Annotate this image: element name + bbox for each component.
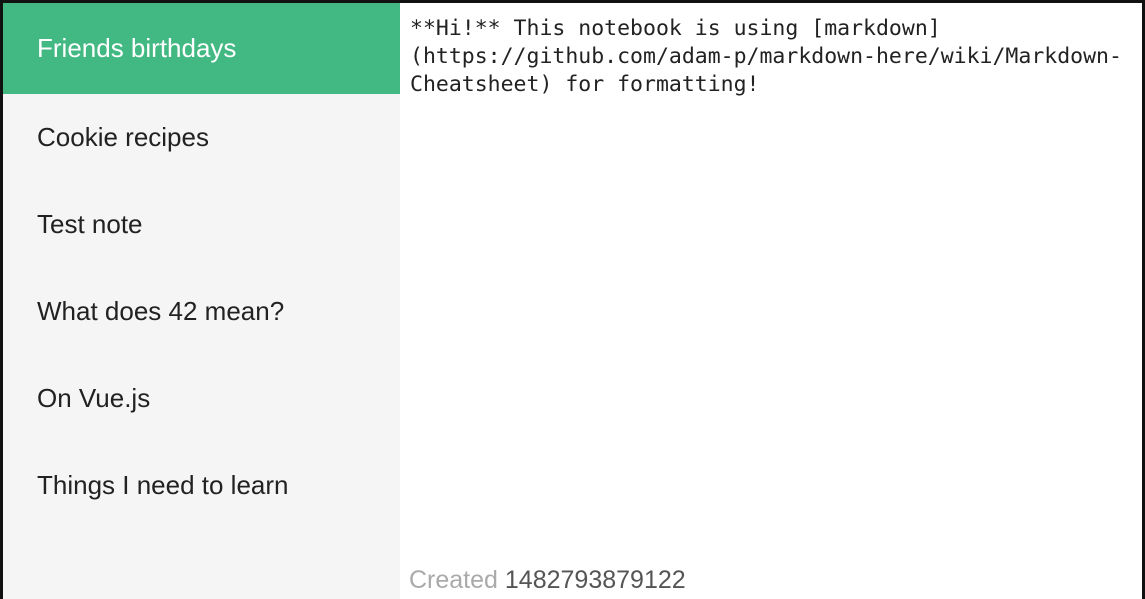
note-editor-pane: **Hi!** This notebook is using [markdown… — [400, 3, 1142, 599]
note-item-friends-birthdays[interactable]: Friends birthdays — [3, 3, 400, 94]
note-item-on-vuejs[interactable]: On Vue.js — [3, 355, 400, 442]
note-status-bar: Created 1482793879122 — [409, 566, 686, 595]
created-label: Created — [409, 566, 498, 594]
note-content-textarea[interactable]: **Hi!** This notebook is using [markdown… — [410, 15, 1135, 555]
note-item-things-to-learn[interactable]: Things I need to learn — [3, 442, 400, 529]
created-timestamp: 1482793879122 — [504, 566, 686, 594]
note-item-test-note[interactable]: Test note — [3, 181, 400, 268]
note-item-what-does-42-mean[interactable]: What does 42 mean? — [3, 268, 400, 355]
note-item-cookie-recipes[interactable]: Cookie recipes — [3, 94, 400, 181]
notes-sidebar: Friends birthdays Cookie recipes Test no… — [3, 3, 400, 599]
notebook-app: Friends birthdays Cookie recipes Test no… — [0, 0, 1145, 599]
